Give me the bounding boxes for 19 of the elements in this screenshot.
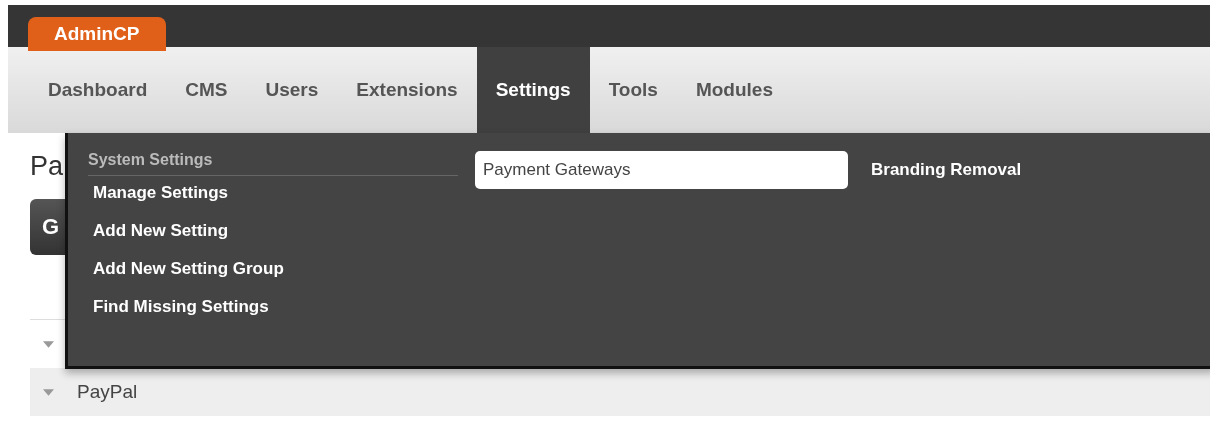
caret-icon[interactable] xyxy=(43,388,54,396)
menu-item[interactable]: Branding Removal xyxy=(871,151,1022,189)
gateway-name[interactable]: PayPal xyxy=(77,381,138,403)
nav-tab[interactable]: CMS xyxy=(166,47,247,133)
nav-tab[interactable]: Extensions xyxy=(337,47,477,133)
nav-tab[interactable]: Modules xyxy=(676,47,792,133)
nav-tab[interactable]: Users xyxy=(246,47,338,133)
menu-item[interactable]: Add New Setting Group xyxy=(88,252,458,290)
menu-item[interactable]: Manage Settings xyxy=(88,176,458,214)
section-label: G xyxy=(42,214,60,240)
menu-item[interactable]: Find Missing Settings xyxy=(88,290,458,328)
menu-item[interactable]: Payment Gateways xyxy=(475,151,848,189)
brand-logo[interactable]: AdminCP xyxy=(28,17,166,51)
nav-tab[interactable]: Settings xyxy=(476,47,590,133)
page-title: Pa xyxy=(30,151,64,182)
menu-item[interactable]: Add New Setting xyxy=(88,214,458,252)
caret-icon[interactable] xyxy=(43,340,54,348)
menu-heading: System Settings xyxy=(88,151,458,176)
nav-tab[interactable]: Tools xyxy=(589,47,677,133)
